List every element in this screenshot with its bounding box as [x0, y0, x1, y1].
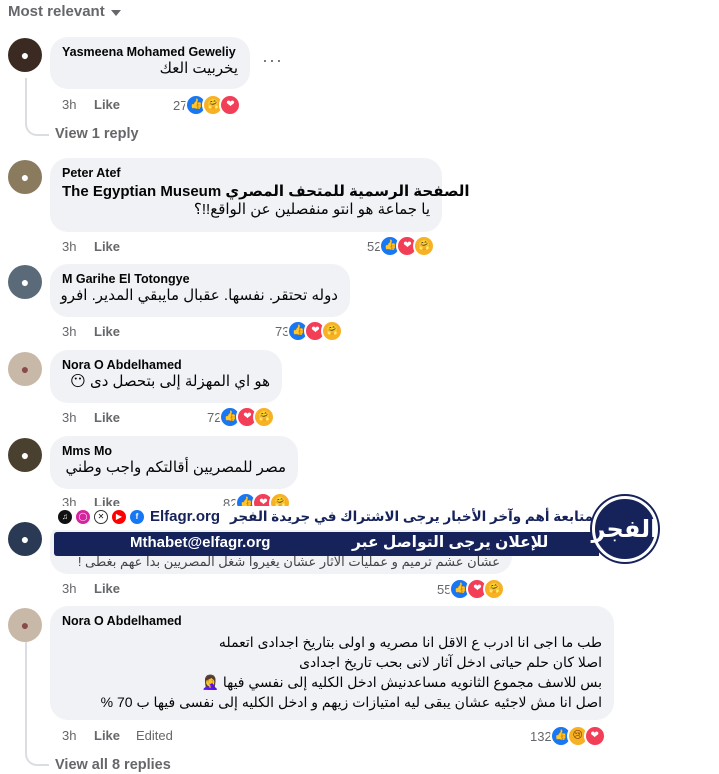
care-reaction-icon: 🤗: [253, 406, 276, 428]
avatar[interactable]: ●: [8, 160, 42, 194]
facebook-icon[interactable]: f: [130, 509, 144, 524]
banner-top-text: لمتابعة أهم وآخر الأخبار يرجى الاشتراك ف…: [230, 508, 599, 524]
avatar-image: ●: [20, 361, 30, 377]
comment-bubble: Peter Atef The Egyptian Museum الصفحة ال…: [50, 158, 470, 232]
avatar[interactable]: ●: [8, 38, 42, 72]
comment-time[interactable]: 3h: [62, 97, 94, 112]
comment-actions: 3h Like Edited: [62, 728, 173, 743]
sort-dropdown[interactable]: Most relevant: [8, 3, 121, 20]
comment-text: مصر للمصريين أقالتكم واجب وطني: [65, 459, 287, 476]
care-reaction-icon: 🤗: [413, 235, 436, 257]
comment-bubble: Mms Mo مصر للمصريين أقالتكم واجب وطني: [50, 436, 298, 489]
reaction-summary[interactable]: 52 👍 ❤ 🤗: [367, 235, 436, 257]
comment-time[interactable]: 3h: [62, 324, 94, 339]
like-button[interactable]: Like: [94, 581, 120, 596]
like-button[interactable]: Like: [94, 239, 120, 254]
avatar-image: ●: [20, 617, 30, 633]
avatar[interactable]: ●: [8, 522, 42, 556]
tagged-page[interactable]: The Egyptian Museum الصفحة الرسمية للمتح…: [62, 182, 470, 200]
like-button[interactable]: Like: [94, 97, 120, 112]
love-reaction-icon: ❤: [219, 94, 242, 116]
reaction-summary[interactable]: 55 👍 ❤ 🤗: [437, 578, 506, 600]
thread-curve: [25, 740, 49, 766]
tiktok-icon[interactable]: ♫: [58, 509, 72, 524]
reaction-summary[interactable]: 132 👍 😢 ❤: [530, 725, 606, 747]
comment-actions: 3h Like: [62, 410, 120, 425]
avatar-image: ●: [20, 47, 30, 63]
comment-bubble: Nora O Abdelhamed طب ما اجى انا ادرب ع ا…: [50, 606, 614, 720]
comment-author[interactable]: Nora O Abdelhamed: [62, 358, 270, 372]
comment-text: دوله تحتقر. نفسها. عقبال مايبقي المدير. …: [60, 287, 338, 304]
avatar[interactable]: ●: [8, 265, 42, 299]
banner-site[interactable]: Elfagr.org: [150, 508, 220, 525]
reaction-summary[interactable]: 27 👍 🤗 ❤: [173, 94, 242, 116]
like-button[interactable]: Like: [94, 728, 120, 743]
comment-actions: 3h Like: [62, 97, 120, 112]
avatar-image: ●: [20, 531, 30, 547]
comment-bubble: Yasmeena Mohamed Geweliy يخربيت العك: [50, 37, 250, 89]
instagram-icon[interactable]: ◯: [76, 509, 90, 524]
comment-time[interactable]: 3h: [62, 410, 94, 425]
comment-time[interactable]: 3h: [62, 728, 94, 743]
reaction-summary[interactable]: 73 👍 ❤ 🤗: [275, 320, 344, 342]
reaction-count: 132: [530, 728, 552, 744]
banner-logo-text: الفجر: [591, 515, 659, 543]
comment-text-line-1: طب ما اجى انا ادرب ع الاقل انا مصريه و ا…: [218, 634, 602, 650]
thread-curve: [25, 112, 49, 136]
publisher-banner[interactable]: ♫ ◯ ✕ ▶ f Elfagr.org لمتابعة أهم وآخر ال…: [52, 496, 660, 574]
comment-author[interactable]: Peter Atef: [62, 166, 430, 180]
x-icon[interactable]: ✕: [94, 509, 108, 524]
avatar-image: ●: [20, 274, 30, 290]
care-reaction-icon: 🤗: [483, 578, 506, 600]
avatar[interactable]: ●: [8, 438, 42, 472]
view-all-replies-link[interactable]: View all 8 replies: [55, 757, 171, 773]
avatar-image: ●: [20, 169, 30, 185]
more-options-icon[interactable]: ···: [262, 50, 283, 71]
comment-text-line-2: اصلا كان حلم حياتى ادخل آثار لانى بحب تا…: [299, 654, 602, 670]
comment-actions: 3h Like: [62, 581, 120, 596]
care-reaction-icon: 🤗: [321, 320, 344, 342]
edited-label: Edited: [136, 728, 173, 743]
avatar-image: ●: [20, 447, 30, 463]
comment-author[interactable]: Yasmeena Mohamed Geweliy: [62, 45, 238, 59]
view-replies-link[interactable]: View 1 reply: [55, 126, 139, 142]
banner-bottom-text: للإعلان يرجى التواصل عبر: [352, 534, 549, 551]
comment-author[interactable]: M Garihe El Totongye: [62, 272, 338, 286]
thread-line: [25, 642, 27, 742]
banner-logo: الفجر: [592, 496, 658, 562]
reaction-summary[interactable]: 72 👍 ❤ 🤗: [207, 406, 276, 428]
comment-author[interactable]: Mms Mo: [62, 444, 286, 458]
youtube-icon[interactable]: ▶: [112, 509, 126, 524]
like-button[interactable]: Like: [94, 324, 120, 339]
chevron-down-icon: [110, 9, 121, 16]
avatar[interactable]: ●: [8, 608, 42, 642]
comment-text: يا جماعة هو انتو منفصلين عن الواقع!!؟: [193, 201, 430, 218]
comment-bubble: M Garihe El Totongye دوله تحتقر. نفسها. …: [50, 264, 350, 317]
avatar[interactable]: ●: [8, 352, 42, 386]
comment-text: هو اي المهزلة إلى بتحصل دى 😶: [70, 373, 270, 390]
like-button[interactable]: Like: [94, 410, 120, 425]
comment-text-line-4: اصل انا مش لاجئيه عشان يبقى ليه امتيازات…: [100, 694, 602, 710]
sort-label: Most relevant: [8, 3, 105, 20]
love-reaction-icon: ❤: [583, 725, 606, 747]
comment-actions: 3h Like: [62, 239, 120, 254]
banner-email[interactable]: Mthabet@elfagr.org: [130, 534, 270, 551]
comment-time[interactable]: 3h: [62, 581, 94, 596]
comment-text: يخربيت العك: [159, 60, 238, 77]
banner-top-row: ♫ ◯ ✕ ▶ f Elfagr.org لمتابعة أهم وآخر ال…: [58, 508, 599, 525]
comment-bubble: Nora O Abdelhamed هو اي المهزلة إلى بتحص…: [50, 350, 282, 403]
comment-text-line-3: بس للاسف مجموع الثانويه مساعدنيش ادخل ال…: [201, 674, 602, 690]
comment-time[interactable]: 3h: [62, 239, 94, 254]
comment-author[interactable]: Nora O Abdelhamed: [62, 614, 602, 628]
comment-actions: 3h Like: [62, 324, 120, 339]
